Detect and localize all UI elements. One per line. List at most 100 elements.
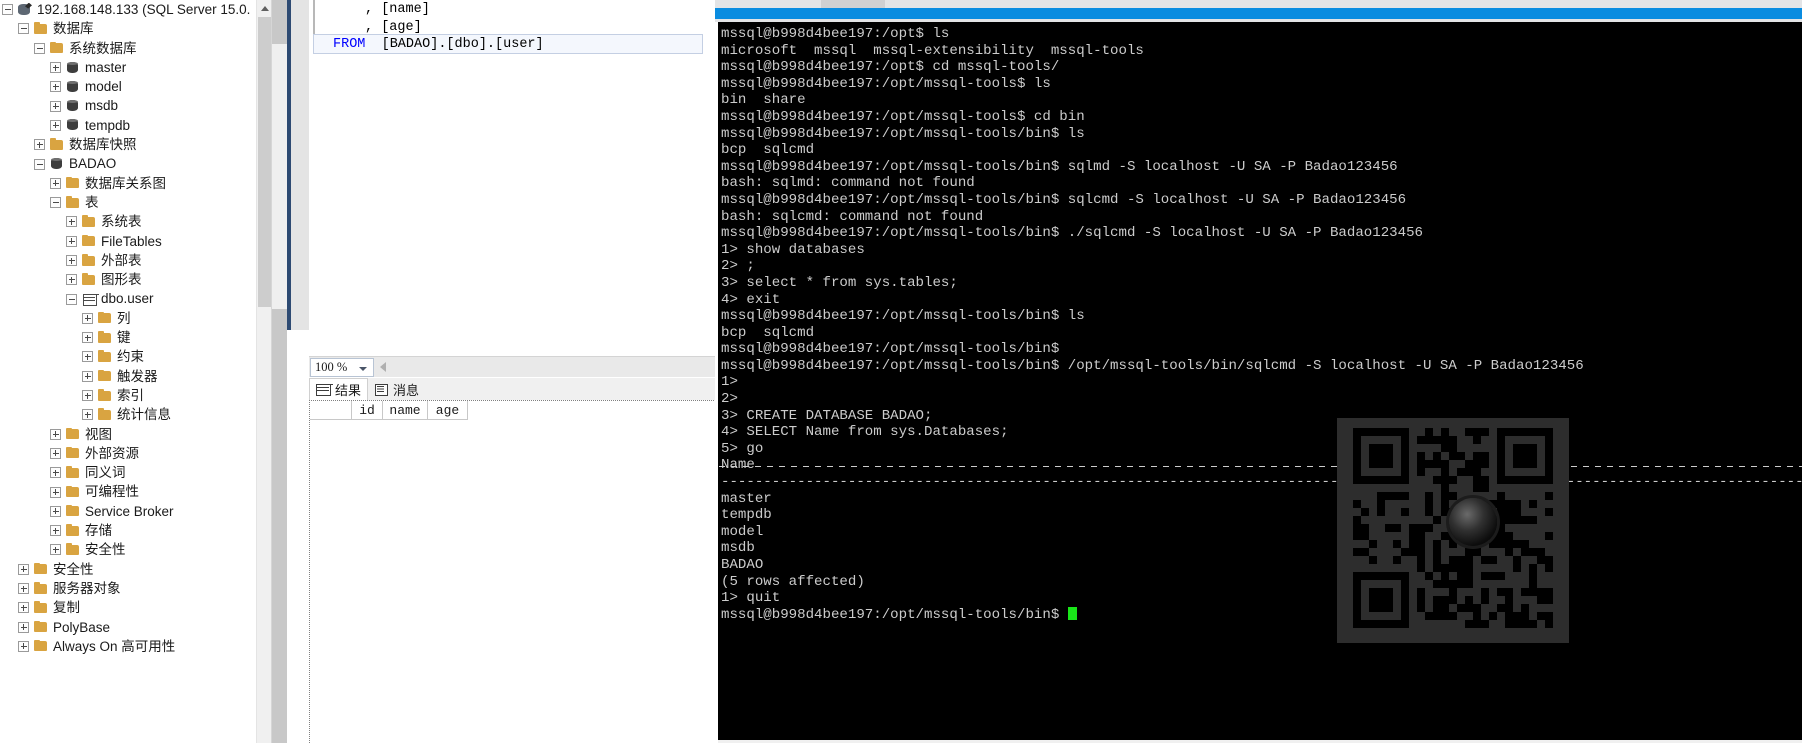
result-tab-results[interactable]: 结果 xyxy=(309,378,369,400)
tree-item[interactable]: 系统表 xyxy=(0,212,272,231)
expand-icon[interactable] xyxy=(50,119,61,131)
collapse-icon[interactable] xyxy=(2,4,13,16)
tree-item[interactable]: Service Broker xyxy=(0,502,272,521)
result-tabstrip[interactable]: 结果 消息 xyxy=(309,378,718,400)
collapse-icon[interactable] xyxy=(50,197,61,209)
tree-item[interactable]: 触发器 xyxy=(0,367,272,386)
expand-icon[interactable] xyxy=(18,563,29,575)
tree-item[interactable]: 统计信息 xyxy=(0,405,272,424)
result-tab-messages[interactable]: 消息 xyxy=(368,378,425,400)
expand-icon[interactable] xyxy=(50,428,61,440)
expand-icon[interactable] xyxy=(66,235,77,247)
result-tab-label: 消息 xyxy=(393,382,420,398)
expand-icon[interactable] xyxy=(34,139,45,151)
terminal-cursor xyxy=(1067,606,1077,620)
tree-item[interactable]: 键 xyxy=(0,328,272,347)
expand-icon[interactable] xyxy=(50,100,61,112)
tree-item[interactable]: 视图 xyxy=(0,425,272,444)
expand-icon[interactable] xyxy=(50,525,61,537)
tree-item[interactable]: 约束 xyxy=(0,347,272,366)
collapse-icon[interactable] xyxy=(66,293,77,305)
tree-item[interactable]: 系统数据库 xyxy=(0,39,272,58)
tree-item[interactable]: dbo.user xyxy=(0,289,272,308)
tree-item-label: 同义词 xyxy=(85,465,126,481)
expand-icon[interactable] xyxy=(82,409,93,421)
tree-item[interactable]: 数据库 xyxy=(0,19,272,38)
tree-item[interactable]: 列 xyxy=(0,309,272,328)
zoom-level-combobox[interactable]: 100 % xyxy=(310,357,374,377)
tree-item-label: 安全性 xyxy=(53,561,94,577)
tree-item[interactable]: 存储 xyxy=(0,521,272,540)
sql-text-editor[interactable]: , [name] , [age] FROM [BADAO].[dbo].[user] xyxy=(309,0,718,330)
tree-item[interactable]: 表 xyxy=(0,193,272,212)
expand-icon[interactable] xyxy=(50,81,61,93)
expand-icon[interactable] xyxy=(50,544,61,556)
expand-icon[interactable] xyxy=(82,370,93,382)
zoom-level-value: 100 % xyxy=(315,359,348,374)
tree-item[interactable]: Always On 高可用性 xyxy=(0,637,272,656)
object-explorer-scrollbar[interactable] xyxy=(256,0,272,743)
tree-item[interactable]: 数据库快照 xyxy=(0,135,272,154)
editor-outer-scrollbar[interactable] xyxy=(272,0,287,743)
results-column-header[interactable]: name xyxy=(383,401,428,420)
tree-item[interactable]: FileTables xyxy=(0,232,272,251)
terminal-title-accent-bar xyxy=(715,8,1802,19)
tree-item-label: BADAO xyxy=(69,156,117,172)
collapse-icon[interactable] xyxy=(34,42,45,54)
tree-item[interactable]: BADAO xyxy=(0,154,272,173)
expand-icon[interactable] xyxy=(18,583,29,595)
tree-item[interactable]: master xyxy=(0,58,272,77)
expand-icon[interactable] xyxy=(66,216,77,228)
tree-item[interactable]: tempdb xyxy=(0,116,272,135)
expand-icon[interactable] xyxy=(66,255,77,266)
expand-icon[interactable] xyxy=(18,602,29,614)
query-editor-panel: , [name] , [age] FROM [BADAO].[dbo].[user]… xyxy=(272,0,718,743)
terminal-output[interactable]: mssql@b998d4bee197:/opt$ ls microsoft mss… xyxy=(718,22,1802,743)
tree-item[interactable]: 安全性 xyxy=(0,560,272,579)
collapse-icon[interactable] xyxy=(34,158,45,170)
folder-icon xyxy=(65,543,81,557)
tree-item[interactable]: 安全性 xyxy=(0,540,272,559)
tree-item[interactable]: 复制 xyxy=(0,598,272,617)
tree-item[interactable]: model xyxy=(0,77,272,96)
expand-icon[interactable] xyxy=(82,390,93,402)
expand-icon[interactable] xyxy=(66,274,77,286)
expand-icon[interactable] xyxy=(82,332,93,344)
expand-icon[interactable] xyxy=(50,467,61,479)
tree-item[interactable]: msdb xyxy=(0,96,272,115)
tree-item[interactable]: 外部表 xyxy=(0,251,272,270)
tree-item-label: Always On 高可用性 xyxy=(53,638,176,654)
expand-icon[interactable] xyxy=(82,312,93,324)
terminal-window[interactable]: mssql@b998d4bee197:/opt$ ls microsoft mss… xyxy=(715,0,1802,743)
tree-item[interactable]: 服务器对象 xyxy=(0,579,272,598)
scrollbar-thumb[interactable] xyxy=(272,44,287,309)
results-grid[interactable]: id name age xyxy=(309,400,718,743)
terminal-line: tempdb xyxy=(721,507,772,524)
expand-icon[interactable] xyxy=(18,640,29,652)
collapse-icon[interactable] xyxy=(18,23,29,35)
results-column-header[interactable]: id xyxy=(352,401,383,420)
terminal-titlebar[interactable] xyxy=(715,0,1802,22)
results-column-header[interactable]: age xyxy=(428,401,468,420)
chevron-up-icon[interactable] xyxy=(257,0,272,16)
expand-icon[interactable] xyxy=(50,505,61,517)
expand-icon[interactable] xyxy=(82,351,93,363)
expand-icon[interactable] xyxy=(50,447,61,459)
expand-icon[interactable] xyxy=(50,177,61,189)
tree-item[interactable]: PolyBase xyxy=(0,618,272,637)
tree-item[interactable]: 192.168.148.133 (SQL Server 15.0. xyxy=(0,0,272,19)
scrollbar-thumb[interactable] xyxy=(258,17,272,307)
expand-icon[interactable] xyxy=(18,621,29,633)
tree-item-label: Service Broker xyxy=(85,503,174,519)
object-explorer-tree[interactable]: 192.168.148.133 (SQL Server 15.0. 数据库 系统数据… xyxy=(0,0,272,656)
tree-item[interactable]: 数据库关系图 xyxy=(0,174,272,193)
tree-item[interactable]: 图形表 xyxy=(0,270,272,289)
expand-icon[interactable] xyxy=(50,486,61,498)
triangle-left-icon[interactable] xyxy=(380,362,386,372)
expand-icon[interactable] xyxy=(50,62,61,74)
tree-item[interactable]: 索引 xyxy=(0,386,272,405)
tree-item[interactable]: 同义词 xyxy=(0,463,272,482)
chevron-down-icon[interactable] xyxy=(359,366,367,371)
tree-item[interactable]: 可编程性 xyxy=(0,482,272,501)
tree-item[interactable]: 外部资源 xyxy=(0,444,272,463)
